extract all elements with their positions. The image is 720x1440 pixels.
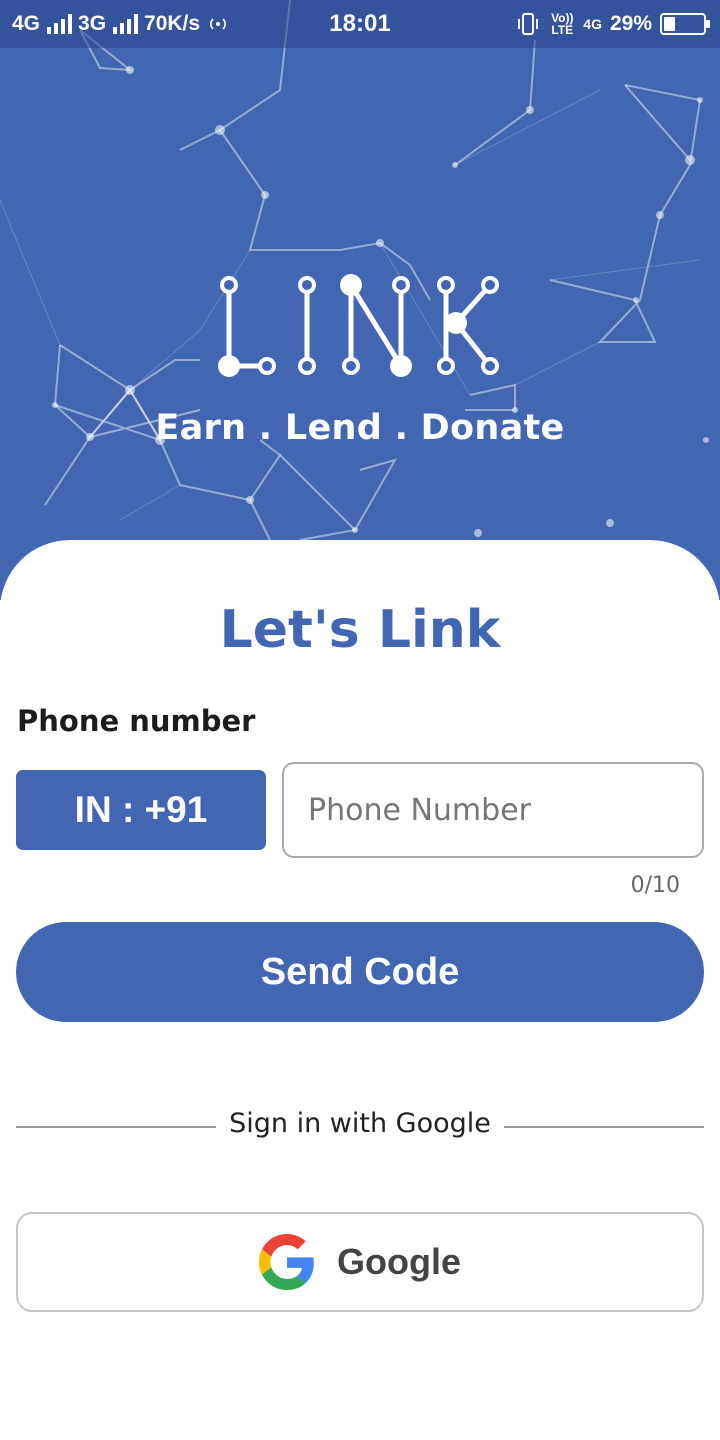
- header-hero: 4G 3G 70K/s 18:01 Vo)) LTE 4G 29% Earn .…: [0, 0, 720, 600]
- phone-number-input[interactable]: [282, 762, 704, 858]
- country-code-button[interactable]: IN : +91: [16, 770, 266, 850]
- vibrate-icon: [518, 13, 539, 35]
- phone-label: Phone number: [17, 704, 256, 738]
- status-bar: 4G 3G 70K/s 18:01 Vo)) LTE 4G 29%: [0, 0, 720, 48]
- volte-label: Vo)) LTE: [551, 11, 574, 37]
- character-counter: 0/10: [630, 873, 680, 898]
- page-title: Let's Link: [219, 600, 501, 660]
- google-divider: Sign in with Google: [16, 1106, 704, 1146]
- google-g-icon: [259, 1234, 314, 1290]
- network-label-right: 4G: [583, 16, 602, 32]
- google-sign-in-button[interactable]: Google: [16, 1212, 704, 1312]
- divider-text: Sign in with Google: [229, 1108, 491, 1139]
- divider-line-right: [504, 1126, 704, 1128]
- send-code-button[interactable]: Send Code: [16, 922, 704, 1022]
- tagline: Earn . Lend . Donate: [155, 408, 565, 448]
- google-button-label: Google: [337, 1241, 461, 1282]
- battery-percent: 29%: [609, 12, 652, 35]
- battery-fill: [664, 17, 675, 31]
- status-right: Vo)) LTE 4G 29%: [515, 11, 710, 37]
- battery-icon: [660, 13, 710, 35]
- link-logo: [218, 274, 499, 377]
